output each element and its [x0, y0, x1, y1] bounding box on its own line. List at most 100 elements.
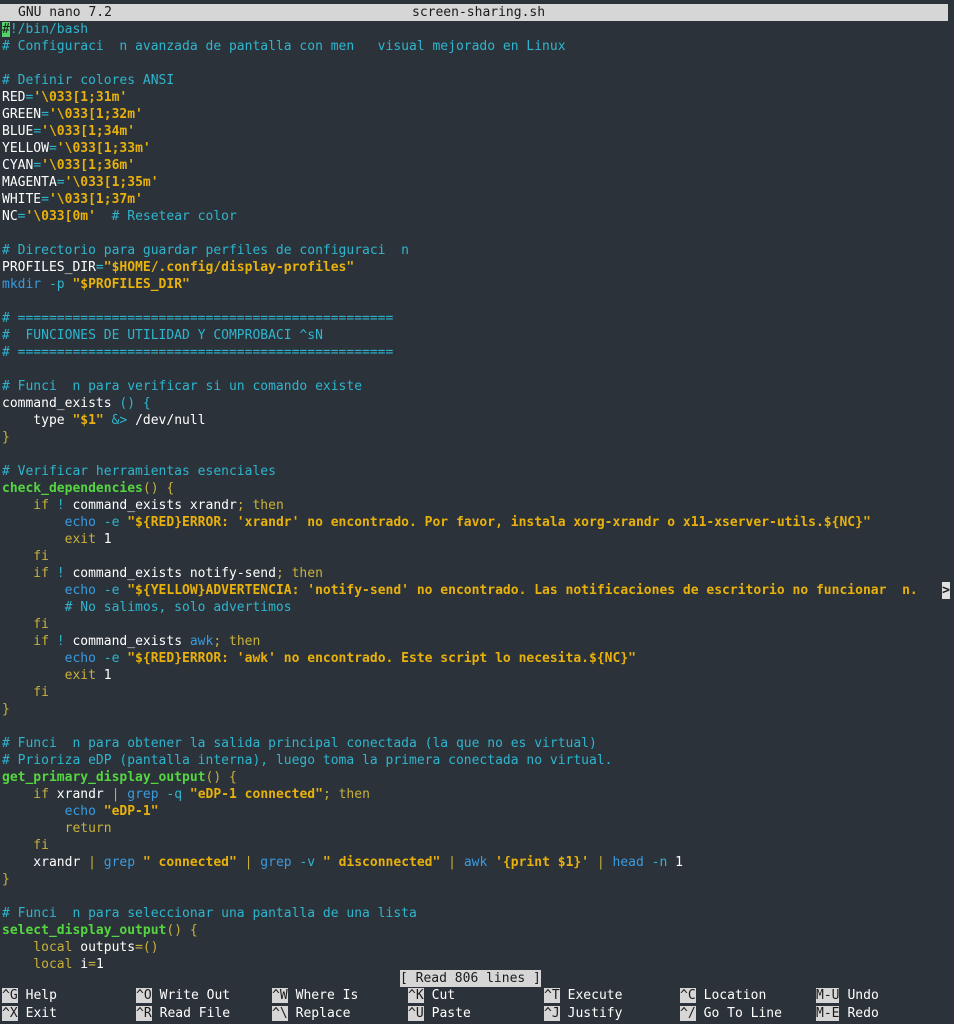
shortcut-read-file[interactable]: ^R Read File [136, 1005, 230, 1022]
code-token: RED [2, 90, 26, 105]
code-token: fi [2, 685, 49, 700]
code-line[interactable]: check_dependencies() { [2, 480, 952, 497]
code-line[interactable]: # Prioriza eDP (pantalla interna), luego… [2, 752, 952, 769]
code-line[interactable]: select_display_output() { [2, 922, 952, 939]
code-line[interactable]: fi [2, 548, 952, 565]
shortcut-paste[interactable]: ^U Paste [408, 1005, 471, 1022]
code-line[interactable]: BLUE='\033[1;34m' [2, 123, 952, 140]
code-line[interactable]: WHITE='\033[1;37m' [2, 191, 952, 208]
shortcut-label: Read File [159, 1006, 231, 1021]
code-token: echo [2, 804, 104, 819]
code-line[interactable]: # FUNCIONES DE UTILIDAD Y COMPROBACI ^sN [2, 327, 952, 344]
code-line[interactable] [2, 718, 952, 735]
code-line[interactable] [2, 361, 952, 378]
code-line[interactable]: } [2, 871, 952, 888]
code-line[interactable]: # Funci n para seleccionar una pantalla … [2, 905, 952, 922]
code-line[interactable]: } [2, 701, 952, 718]
code-line[interactable]: # No salimos, solo advertimos [2, 599, 952, 616]
code-line[interactable] [2, 888, 952, 905]
code-line[interactable]: CYAN='\033[1;36m' [2, 157, 952, 174]
code-line[interactable] [2, 293, 952, 310]
code-token: # Funci n para verificar si un comando e… [2, 379, 363, 394]
code-line[interactable]: if ! command_exists awk; then [2, 633, 952, 650]
code-line[interactable]: mkdir -p "$PROFILES_DIR" [2, 276, 952, 293]
shortcut-exit[interactable]: ^X Exit [2, 1005, 57, 1022]
code-line[interactable]: echo "eDP-1" [2, 803, 952, 820]
code-line[interactable]: # Definir colores ANSI [2, 72, 952, 89]
code-token: () { [111, 396, 151, 411]
code-line[interactable] [2, 55, 952, 72]
code-line[interactable]: get_primary_display_output() { [2, 769, 952, 786]
code-line[interactable]: NC='\033[0m' # Resetear color [2, 208, 952, 225]
code-line[interactable]: # Directorio para guardar perfiles de co… [2, 242, 952, 259]
shortcut-label: Where Is [295, 988, 359, 1003]
shortcut-location[interactable]: ^C Location [680, 987, 766, 1004]
code-line[interactable]: type "$1" &> /dev/null [2, 412, 952, 429]
code-token: " disconnected" [322, 855, 441, 870]
shortcut-where-is[interactable]: ^W Where Is [272, 987, 358, 1004]
code-line[interactable]: echo -e "${RED}ERROR: 'xrandr' no encont… [2, 514, 952, 531]
code-line[interactable]: if xrandr | grep -q "eDP-1 connected"; t… [2, 786, 952, 803]
code-line[interactable]: # Verificar herramientas esenciales [2, 463, 952, 480]
code-token: } [2, 430, 10, 445]
code-token: -n [643, 855, 676, 870]
code-line[interactable]: exit 1 [2, 531, 952, 548]
code-line[interactable]: return [2, 820, 952, 837]
status-bar: [ Read 806 lines ] [0, 970, 954, 987]
shortcut-write-out[interactable]: ^O Write Out [136, 987, 230, 1004]
code-token: -q [158, 787, 190, 802]
code-line[interactable]: if ! command_exists xrandr; then [2, 497, 952, 514]
code-line[interactable]: RED='\033[1;31m' [2, 89, 952, 106]
code-token: | [236, 855, 261, 870]
code-token: outputs [80, 940, 136, 955]
code-line[interactable]: fi [2, 684, 952, 701]
code-token: awk [463, 855, 496, 870]
shortcut-undo[interactable]: M-U Undo [816, 987, 879, 1004]
code-token: -e [95, 515, 128, 530]
code-line[interactable]: if ! command_exists notify-send; then [2, 565, 952, 582]
code-token: = [95, 260, 104, 275]
code-line[interactable]: command_exists () { [2, 395, 952, 412]
app-version: GNU nano 7.2 [18, 5, 112, 20]
text-cursor: # [2, 22, 10, 37]
shortcut-label: Cut [431, 988, 456, 1003]
shortcut-justify[interactable]: ^J Justify [544, 1005, 622, 1022]
code-line[interactable]: exit 1 [2, 667, 952, 684]
code-line[interactable]: # ======================================… [2, 344, 952, 361]
code-line[interactable]: MAGENTA='\033[1;35m' [2, 174, 952, 191]
code-token: fi [2, 549, 49, 564]
code-line[interactable] [2, 446, 952, 463]
code-token: ! [56, 634, 73, 649]
code-token: | [88, 855, 104, 870]
code-line[interactable]: #!/bin/bash [2, 21, 952, 38]
code-line[interactable]: xrandr | grep " connected" | grep -v " d… [2, 854, 952, 871]
code-line[interactable]: YELLOW='\033[1;33m' [2, 140, 952, 157]
code-token: command_exists xrandr [72, 498, 237, 513]
code-line[interactable]: echo -e "${RED}ERROR: 'awk' no encontrad… [2, 650, 952, 667]
code-line[interactable]: GREEN='\033[1;32m' [2, 106, 952, 123]
shortcut-go-to-line[interactable]: ^/ Go To Line [680, 1005, 782, 1022]
code-line[interactable]: fi [2, 837, 952, 854]
code-line[interactable]: PROFILES_DIR="$HOME/.config/display-prof… [2, 259, 952, 276]
shortcut-key: M-E [816, 1006, 840, 1021]
code-line[interactable]: local outputs=() [2, 939, 952, 956]
code-line[interactable]: # Configuraci n avanzada de pantalla con… [2, 38, 952, 55]
shortcut-redo[interactable]: M-E Redo [816, 1005, 879, 1022]
code-line[interactable]: echo -e "${YELLOW}ADVERTENCIA: 'notify-s… [2, 582, 952, 599]
code-token: | [589, 855, 613, 870]
shortcut-cut[interactable]: ^K Cut [408, 987, 455, 1004]
code-token: ; then [213, 634, 261, 649]
code-line[interactable]: fi [2, 616, 952, 633]
code-line[interactable]: } [2, 429, 952, 446]
code-token: =() [135, 940, 159, 955]
code-line[interactable]: # ======================================… [2, 310, 952, 327]
shortcut-execute[interactable]: ^T Execute [544, 987, 622, 1004]
code-line[interactable] [2, 225, 952, 242]
editor-text-area[interactable]: #!/bin/bash # Configuraci n avanzada de p… [2, 21, 952, 973]
shortcut-replace[interactable]: ^\ Replace [272, 1005, 350, 1022]
shortcut-key: ^G [2, 988, 18, 1003]
code-line[interactable]: # Funci n para obtener la salida princip… [2, 735, 952, 752]
code-line[interactable]: # Funci n para verificar si un comando e… [2, 378, 952, 395]
shortcut-help[interactable]: ^G Help [2, 987, 57, 1004]
code-token: return [2, 821, 112, 836]
